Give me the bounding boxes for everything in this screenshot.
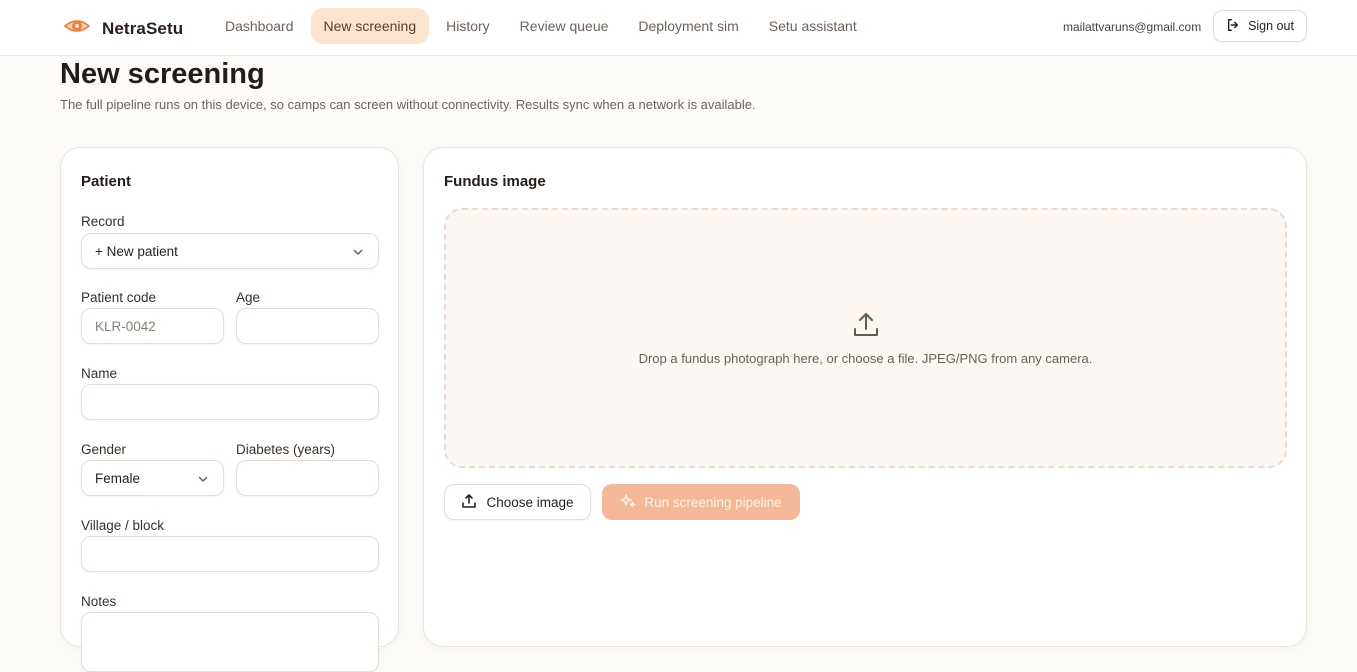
age-input[interactable]	[250, 318, 365, 334]
logout-icon	[1226, 18, 1240, 35]
brand[interactable]: NetraSetu	[63, 14, 184, 43]
diabetes-input[interactable]	[250, 470, 365, 486]
village-input[interactable]	[95, 546, 365, 562]
fundus-card-title: Fundus image	[444, 173, 546, 190]
name-field[interactable]	[81, 384, 379, 420]
dropzone-text: Drop a fundus photograph here, or choose…	[638, 351, 1093, 366]
nav-setu-assistant[interactable]: Setu assistant	[756, 8, 870, 44]
eye-logo-icon	[63, 14, 91, 43]
chevron-down-icon	[352, 246, 364, 261]
sign-out-button[interactable]: Sign out	[1213, 10, 1307, 42]
age-field[interactable]	[236, 308, 379, 344]
upload-icon	[461, 493, 477, 512]
nav-review-queue[interactable]: Review queue	[507, 8, 622, 44]
village-label: Village / block	[81, 518, 165, 533]
chevron-down-icon	[197, 473, 209, 488]
village-field[interactable]	[81, 536, 379, 572]
nav-dashboard[interactable]: Dashboard	[212, 8, 307, 44]
name-label: Name	[81, 366, 118, 381]
patient-card-title: Patient	[81, 173, 132, 190]
page-title: New screening	[60, 58, 265, 90]
fundus-card: Fundus image Drop a fundus photograph he…	[423, 147, 1307, 647]
name-input[interactable]	[95, 394, 365, 410]
nav-history[interactable]: History	[433, 8, 503, 44]
sign-out-label: Sign out	[1248, 19, 1294, 33]
run-pipeline-button[interactable]: Run screening pipeline	[602, 484, 800, 520]
record-value: + New patient	[95, 243, 178, 259]
fundus-dropzone[interactable]: Drop a fundus photograph here, or choose…	[444, 208, 1287, 468]
record-select[interactable]: + New patient	[81, 233, 379, 269]
age-label: Age	[236, 290, 261, 305]
patient-card: Patient Record + New patient Patient cod…	[60, 147, 399, 672]
choose-image-button[interactable]: Choose image	[444, 484, 591, 520]
gender-select[interactable]: Female	[81, 460, 224, 496]
patient-code-field[interactable]	[81, 308, 224, 344]
gender-value: Female	[95, 470, 141, 486]
user-email: mailattvaruns@gmail.com	[1063, 20, 1202, 34]
brand-name: NetraSetu	[102, 18, 184, 38]
top-navigation-bar: NetraSetu Dashboard New screening Histor…	[0, 0, 1357, 56]
diabetes-field[interactable]	[236, 460, 379, 496]
upload-icon	[851, 310, 881, 345]
notes-label: Notes	[81, 594, 117, 609]
patient-code-input[interactable]	[95, 318, 210, 334]
main-nav: Dashboard New screening History Review q…	[212, 8, 870, 44]
gender-label: Gender	[81, 442, 127, 457]
record-label: Record	[81, 214, 125, 229]
nav-deployment-sim[interactable]: Deployment sim	[625, 8, 751, 44]
page-subtitle: The full pipeline runs on this device, s…	[60, 97, 756, 112]
notes-field[interactable]	[81, 612, 379, 672]
run-pipeline-label: Run screening pipeline	[644, 494, 782, 510]
patient-code-label: Patient code	[81, 290, 157, 305]
choose-image-label: Choose image	[486, 494, 574, 510]
diabetes-label: Diabetes (years)	[236, 442, 336, 457]
sparkles-icon	[620, 493, 636, 512]
nav-new-screening[interactable]: New screening	[310, 8, 430, 44]
